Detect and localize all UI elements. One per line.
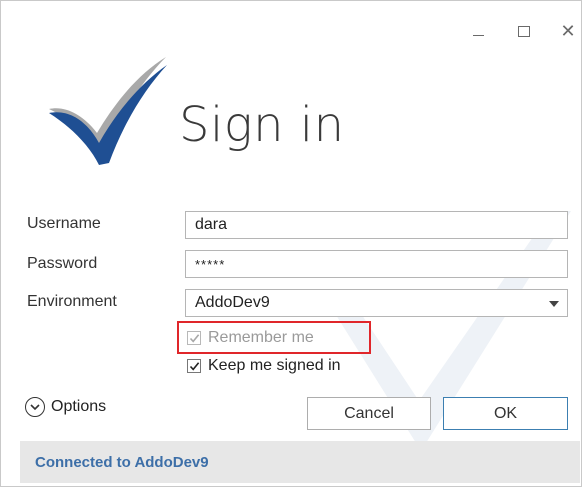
minimize-button[interactable] (464, 19, 492, 43)
maximize-icon (518, 25, 530, 37)
options-label: Options (51, 398, 107, 415)
remember-me-label: Remember me (208, 329, 314, 346)
sign-in-window: ✕ Sign in Username dara Password ***** E… (0, 0, 582, 487)
remember-me-checkbox[interactable]: Remember me (187, 329, 314, 347)
chevron-down-circle-icon (25, 397, 45, 417)
environment-select[interactable]: AddoDev9 (185, 289, 568, 317)
environment-value: AddoDev9 (195, 294, 270, 311)
cancel-button[interactable]: Cancel (307, 397, 431, 430)
remember-me-checkmark-icon (187, 331, 201, 345)
status-text: Connected to AddoDev9 (35, 453, 209, 471)
checkmark-logo-icon (49, 57, 167, 165)
environment-label: Environment (27, 293, 117, 310)
close-button[interactable]: ✕ (554, 19, 581, 43)
options-toggle[interactable]: Options (25, 397, 106, 417)
close-icon: ✕ (560, 20, 576, 42)
password-field[interactable]: ***** (185, 250, 568, 278)
ok-button[interactable]: OK (443, 397, 568, 430)
dropdown-arrow-icon (549, 301, 559, 307)
status-bar: Connected to AddoDev9 (20, 441, 580, 483)
keep-signed-in-checkbox[interactable]: Keep me signed in (187, 357, 341, 375)
password-value: ***** (195, 256, 226, 272)
password-label: Password (27, 255, 98, 272)
username-label: Username (27, 215, 101, 232)
keep-signed-in-label: Keep me signed in (208, 357, 341, 374)
username-value: dara (195, 216, 228, 233)
keep-signed-in-checkmark-icon (187, 359, 201, 373)
minimize-icon (472, 34, 484, 36)
maximize-button[interactable] (510, 19, 538, 43)
username-field[interactable]: dara (185, 211, 568, 239)
page-title: Sign in (179, 97, 345, 153)
